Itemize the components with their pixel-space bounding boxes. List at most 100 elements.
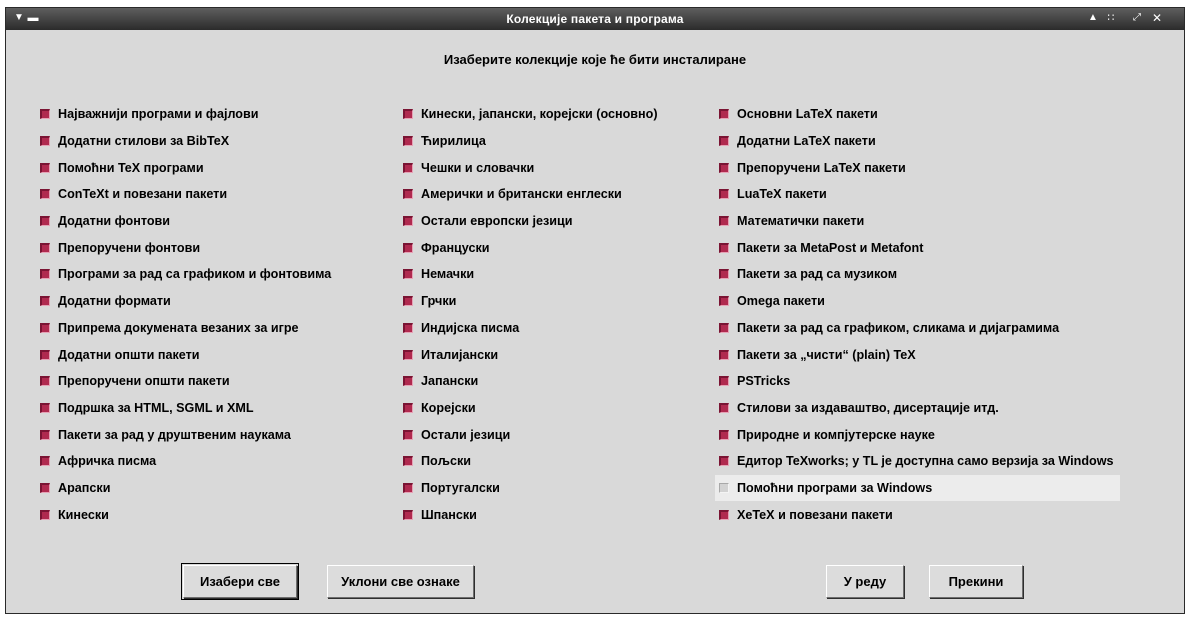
collection-checkbox-item[interactable]: Додатни општи пакети: [36, 341, 337, 368]
checkbox-checked-icon[interactable]: [40, 402, 50, 413]
checkbox-checked-icon[interactable]: [40, 109, 50, 120]
checkbox-checked-icon[interactable]: [403, 136, 413, 147]
collection-checkbox-item[interactable]: Индијска писма: [399, 315, 664, 342]
checkbox-checked-icon[interactable]: [719, 269, 729, 280]
checkbox-checked-icon[interactable]: [40, 429, 50, 440]
checkbox-checked-icon[interactable]: [403, 269, 413, 280]
checkbox-checked-icon[interactable]: [403, 242, 413, 253]
checkbox-checked-icon[interactable]: [40, 322, 50, 333]
checkbox-checked-icon[interactable]: [719, 322, 729, 333]
close-icon[interactable]: ✕: [1150, 10, 1164, 26]
checkbox-checked-icon[interactable]: [40, 162, 50, 173]
checkbox-checked-icon[interactable]: [40, 216, 50, 227]
checkbox-checked-icon[interactable]: [719, 402, 729, 413]
collection-checkbox-item[interactable]: Додатни стилови за BibTeX: [36, 128, 337, 155]
checkbox-checked-icon[interactable]: [403, 509, 413, 520]
checkbox-unchecked-icon[interactable]: [719, 482, 729, 493]
collection-checkbox-item[interactable]: PSTricks: [715, 368, 1120, 395]
checkbox-checked-icon[interactable]: [403, 456, 413, 467]
checkbox-checked-icon[interactable]: [40, 189, 50, 200]
collection-checkbox-item[interactable]: Додатни формати: [36, 288, 337, 315]
collection-checkbox-item[interactable]: Кинески, јапански, корејски (основно): [399, 101, 664, 128]
checkbox-checked-icon[interactable]: [719, 456, 729, 467]
collection-checkbox-item[interactable]: Корејски: [399, 395, 664, 422]
checkbox-checked-icon[interactable]: [719, 189, 729, 200]
checkbox-checked-icon[interactable]: [403, 349, 413, 360]
checkbox-checked-icon[interactable]: [719, 349, 729, 360]
checkbox-checked-icon[interactable]: [403, 216, 413, 227]
collection-checkbox-item[interactable]: Ћирилица: [399, 128, 664, 155]
checkbox-checked-icon[interactable]: [719, 136, 729, 147]
checkbox-checked-icon[interactable]: [40, 296, 50, 307]
collection-checkbox-item[interactable]: Пакети за MetaPost и Metafont: [715, 234, 1120, 261]
collection-checkbox-item[interactable]: Чешки и словачки: [399, 154, 664, 181]
checkbox-checked-icon[interactable]: [40, 456, 50, 467]
collection-checkbox-item[interactable]: Амерички и британски енглески: [399, 181, 664, 208]
collection-checkbox-item[interactable]: Италијански: [399, 341, 664, 368]
deselect-all-button[interactable]: Уклони све ознаке: [327, 565, 474, 598]
collection-checkbox-item[interactable]: Шпански: [399, 501, 664, 528]
collection-checkbox-item[interactable]: Грчки: [399, 288, 664, 315]
collection-checkbox-item[interactable]: Стилови за издаваштво, дисертације итд.: [715, 395, 1120, 422]
collection-checkbox-item[interactable]: Програми за рад са графиком и фонтовима: [36, 261, 337, 288]
checkbox-checked-icon[interactable]: [719, 296, 729, 307]
checkbox-checked-icon[interactable]: [403, 376, 413, 387]
checkbox-checked-icon[interactable]: [719, 376, 729, 387]
collection-checkbox-item[interactable]: Пакети за рад у друштвеним наукама: [36, 421, 337, 448]
select-all-button[interactable]: Изабери све: [181, 563, 299, 600]
collection-checkbox-item[interactable]: Јапански: [399, 368, 664, 395]
minimize-icon[interactable]: ∷: [1104, 10, 1118, 26]
checkbox-checked-icon[interactable]: [40, 376, 50, 387]
checkbox-checked-icon[interactable]: [403, 109, 413, 120]
collection-checkbox-item[interactable]: Omega пакети: [715, 288, 1120, 315]
collection-checkbox-item[interactable]: Подршка за HTML, SGML и XML: [36, 395, 337, 422]
checkbox-checked-icon[interactable]: [719, 109, 729, 120]
checkbox-checked-icon[interactable]: [719, 216, 729, 227]
checkbox-checked-icon[interactable]: [403, 402, 413, 413]
collection-checkbox-item[interactable]: Препоручени општи пакети: [36, 368, 337, 395]
collection-checkbox-item[interactable]: Афричка писма: [36, 448, 337, 475]
cancel-button[interactable]: Прекини: [929, 565, 1023, 598]
checkbox-checked-icon[interactable]: [40, 349, 50, 360]
collection-checkbox-item[interactable]: Препоручени фонтови: [36, 234, 337, 261]
collection-checkbox-item[interactable]: Препоручени LaTeX пакети: [715, 154, 1120, 181]
checkbox-checked-icon[interactable]: [719, 162, 729, 173]
collection-checkbox-item[interactable]: Арапски: [36, 475, 337, 502]
collection-checkbox-item[interactable]: Природне и компјутерске науке: [715, 421, 1120, 448]
collection-checkbox-item[interactable]: Остали језици: [399, 421, 664, 448]
collection-checkbox-item[interactable]: Најважнији програми и фајлови: [36, 101, 337, 128]
ok-button[interactable]: У реду: [826, 565, 904, 598]
checkbox-checked-icon[interactable]: [719, 242, 729, 253]
checkbox-checked-icon[interactable]: [403, 482, 413, 493]
collection-checkbox-item[interactable]: Додатни LaTeX пакети: [715, 128, 1120, 155]
checkbox-checked-icon[interactable]: [40, 482, 50, 493]
collection-checkbox-item[interactable]: Припрема докумената везаних за игре: [36, 315, 337, 342]
collection-checkbox-item[interactable]: Пољски: [399, 448, 664, 475]
collection-checkbox-item[interactable]: Кинески: [36, 501, 337, 528]
checkbox-checked-icon[interactable]: [403, 189, 413, 200]
checkbox-checked-icon[interactable]: [40, 509, 50, 520]
collection-checkbox-item[interactable]: ConTeXt и повезани пакети: [36, 181, 337, 208]
collection-checkbox-item[interactable]: Помоћни TeX програми: [36, 154, 337, 181]
checkbox-checked-icon[interactable]: [40, 136, 50, 147]
maximize-icon[interactable]: ⤢: [1130, 10, 1144, 26]
checkbox-checked-icon[interactable]: [40, 269, 50, 280]
collection-checkbox-item[interactable]: Остали европски језици: [399, 208, 664, 235]
collection-checkbox-item[interactable]: XeTeX и повезани пакети: [715, 501, 1120, 528]
collection-checkbox-item[interactable]: Пакети за рад са музиком: [715, 261, 1120, 288]
collection-checkbox-item[interactable]: Португалски: [399, 475, 664, 502]
collection-checkbox-item[interactable]: Пакети за „чисти“ (plain) TeX: [715, 341, 1120, 368]
checkbox-checked-icon[interactable]: [403, 296, 413, 307]
checkbox-checked-icon[interactable]: [719, 509, 729, 520]
raise-icon[interactable]: ▲: [1086, 10, 1100, 26]
collection-checkbox-item[interactable]: Помоћни програми за Windows: [715, 474, 1120, 502]
collection-checkbox-item[interactable]: Пакети за рад са графиком, сликама и диј…: [715, 315, 1120, 342]
collection-checkbox-item[interactable]: LuaTeX пакети: [715, 181, 1120, 208]
checkbox-checked-icon[interactable]: [40, 242, 50, 253]
collection-checkbox-item[interactable]: Математички пакети: [715, 208, 1120, 235]
collection-checkbox-item[interactable]: Додатни фонтови: [36, 208, 337, 235]
checkbox-checked-icon[interactable]: [719, 429, 729, 440]
checkbox-checked-icon[interactable]: [403, 429, 413, 440]
collection-checkbox-item[interactable]: Француски: [399, 234, 664, 261]
title-bar[interactable]: ▼ ▬ Колекције пакета и програма ▲ ∷ ⤢ ✕: [6, 8, 1184, 30]
